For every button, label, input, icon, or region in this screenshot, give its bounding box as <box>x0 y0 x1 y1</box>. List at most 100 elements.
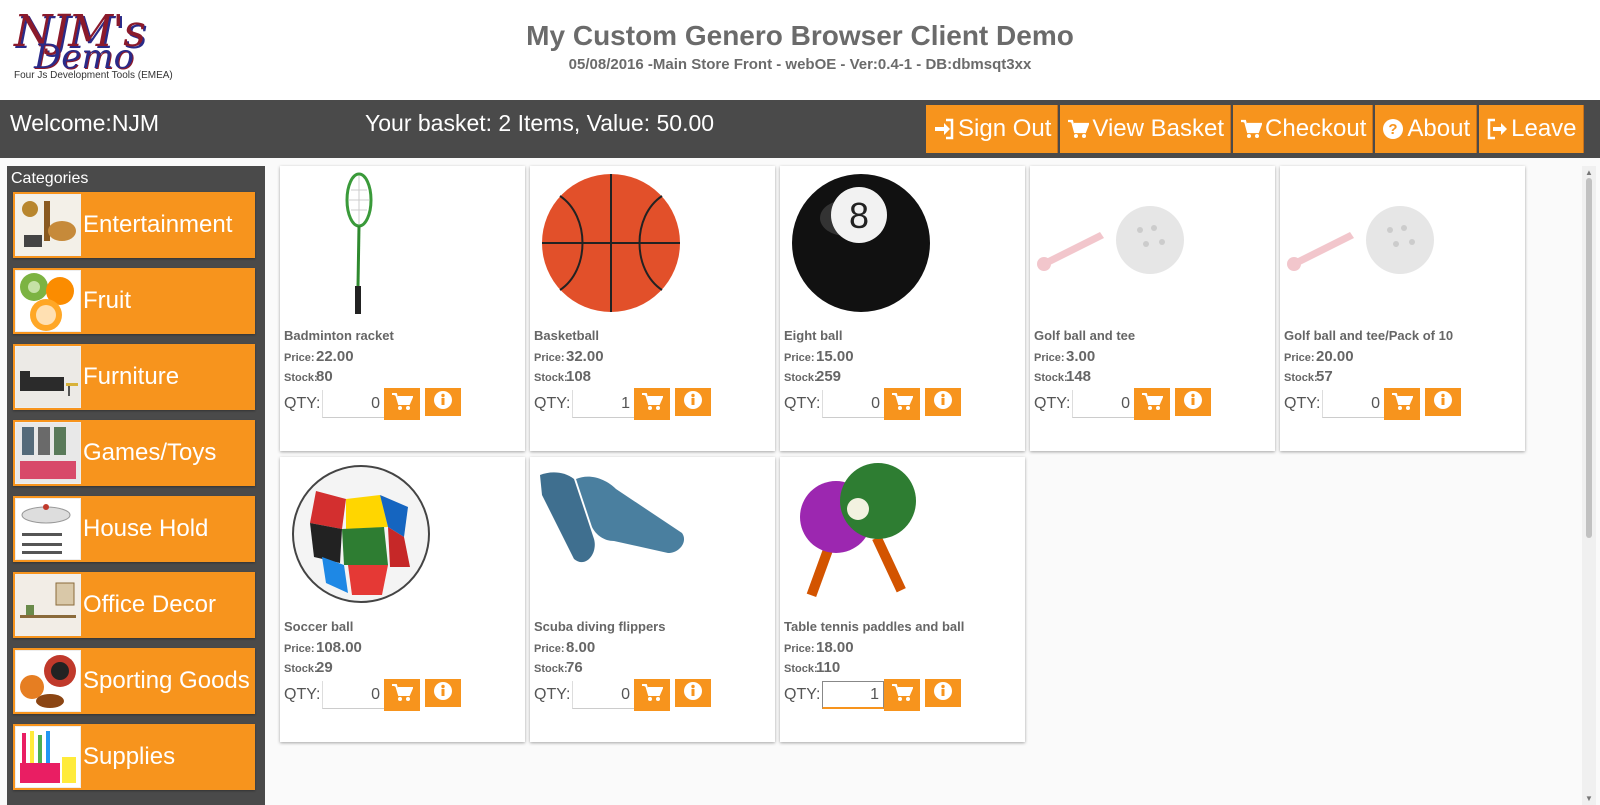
quantity-input[interactable] <box>822 681 884 709</box>
add-to-cart-button[interactable] <box>384 388 420 420</box>
add-to-cart-button[interactable] <box>884 388 920 420</box>
category-label: House Hold <box>83 515 209 542</box>
quantity-input[interactable] <box>1322 390 1384 418</box>
badminton-racket-image <box>286 170 436 318</box>
supplies-thumbnail <box>15 726 81 788</box>
welcome-text: Welcome:NJM <box>10 110 160 136</box>
product-name: Basketball <box>534 328 600 343</box>
product-price: 18.00 <box>816 639 854 656</box>
category-furniture[interactable]: Furniture <box>13 344 255 410</box>
product-card: Table tennis paddles and ball Price: 18.… <box>780 457 1025 742</box>
product-price: 8.00 <box>566 639 596 656</box>
product-name: Table tennis paddles and ball <box>784 619 965 634</box>
stock-label: Stock: <box>534 372 568 384</box>
product-card: 8 Eight ball Price: 15.00 Stock: 259 QTY… <box>780 166 1025 451</box>
scuba-diving-flippers-image <box>536 461 686 609</box>
product-name: Badminton racket <box>284 328 394 343</box>
info-circle-icon <box>1183 390 1203 415</box>
info-button[interactable] <box>425 679 461 707</box>
quantity-input[interactable] <box>572 390 634 418</box>
leave-button[interactable]: Leave <box>1479 105 1584 153</box>
category-label: Furniture <box>83 363 180 390</box>
golf-ball-and-tee-pack-image <box>1286 170 1436 318</box>
info-button[interactable] <box>675 388 711 416</box>
info-button[interactable] <box>675 679 711 707</box>
games-toys-thumbnail <box>15 422 81 484</box>
stock-label: Stock: <box>784 663 818 675</box>
quantity-input[interactable] <box>1072 390 1134 418</box>
scroll-down-icon[interactable]: ▼ <box>1585 794 1593 803</box>
product-stock: 110 <box>816 659 841 676</box>
sign-out-button[interactable]: Sign Out <box>926 105 1059 153</box>
product-name: Scuba diving flippers <box>534 619 666 634</box>
info-button[interactable] <box>925 388 961 416</box>
scroll-up-icon[interactable]: ▲ <box>1585 168 1593 177</box>
info-circle-icon <box>683 390 703 415</box>
product-name: Golf ball and tee/Pack of 10 <box>1284 328 1454 343</box>
product-price: 15.00 <box>816 348 854 365</box>
product-stock: 259 <box>816 368 842 385</box>
product-price: 20.00 <box>1316 348 1354 365</box>
info-button[interactable] <box>1175 388 1211 416</box>
stock-label: Stock: <box>284 663 318 675</box>
category-supplies[interactable]: Supplies <box>13 724 255 790</box>
category-entertainment[interactable]: Entertainment <box>13 192 255 258</box>
price-label: Price: <box>284 352 315 364</box>
product-stock: 29 <box>316 659 333 676</box>
golf-ball-and-tee-image <box>1036 170 1186 318</box>
category-house-hold[interactable]: House Hold <box>13 496 255 562</box>
cart-icon <box>1141 392 1164 417</box>
checkout-button[interactable]: Checkout <box>1233 105 1374 153</box>
add-to-cart-button[interactable] <box>1134 388 1170 420</box>
category-fruit[interactable]: Fruit <box>13 268 255 334</box>
info-button[interactable] <box>1425 388 1461 416</box>
price-label: Price: <box>534 352 565 364</box>
product-card: Golf ball and tee/Pack of 10 Price: 20.0… <box>1280 166 1525 451</box>
category-label: Office Decor <box>83 591 216 618</box>
office-decor-thumbnail <box>15 574 81 636</box>
quantity-input[interactable] <box>572 681 634 709</box>
about-button[interactable]: ? About <box>1375 105 1478 153</box>
table-tennis-paddles-image <box>786 461 936 609</box>
sign-out-label: Sign Out <box>958 115 1052 142</box>
view-basket-label: View Basket <box>1092 115 1225 142</box>
info-circle-icon <box>433 681 453 706</box>
product-stock: 108 <box>566 368 592 385</box>
checkout-label: Checkout <box>1265 115 1367 142</box>
quantity-input[interactable] <box>822 390 884 418</box>
category-office-decor[interactable]: Office Decor <box>13 572 255 638</box>
add-to-cart-button[interactable] <box>634 679 670 711</box>
category-sporting-goods[interactable]: Sporting Goods <box>13 648 255 714</box>
view-basket-button[interactable]: View Basket <box>1060 105 1232 153</box>
top-bar: Welcome:NJM Your basket: 2 Items, Value:… <box>0 100 1600 158</box>
info-circle-icon <box>683 681 703 706</box>
qty-label: QTY: <box>284 686 321 703</box>
info-circle-icon <box>933 390 953 415</box>
leave-label: Leave <box>1511 115 1577 142</box>
category-label: Sporting Goods <box>83 667 250 694</box>
quantity-input[interactable] <box>322 390 384 418</box>
info-button[interactable] <box>425 388 461 416</box>
add-to-cart-button[interactable] <box>384 679 420 711</box>
product-stock: 57 <box>1316 368 1333 385</box>
cart-icon <box>641 683 664 708</box>
product-card: Scuba diving flippers Price: 8.00 Stock:… <box>530 457 775 742</box>
basket-summary: Your basket: 2 Items, Value: 50.00 <box>365 110 715 136</box>
add-to-cart-button[interactable] <box>884 679 920 711</box>
vertical-scrollbar[interactable]: ▲ ▼ <box>1582 166 1596 805</box>
fruit-thumbnail <box>15 270 81 332</box>
category-games-toys[interactable]: Games/Toys <box>13 420 255 486</box>
qty-label: QTY: <box>534 686 571 703</box>
category-label: Games/Toys <box>83 439 217 466</box>
page-title: My Custom Genero Browser Client Demo <box>526 20 1074 51</box>
logo: NJM's Demo Four Js Development Tools (EM… <box>14 10 204 84</box>
entertainment-thumbnail <box>15 194 81 256</box>
categories-title: Categories <box>11 170 89 187</box>
scrollbar-thumb[interactable] <box>1586 178 1592 538</box>
add-to-cart-button[interactable] <box>634 388 670 420</box>
svg-text:8: 8 <box>849 195 869 236</box>
info-button[interactable] <box>925 679 961 707</box>
header: NJM's Demo Four Js Development Tools (EM… <box>0 0 1600 100</box>
add-to-cart-button[interactable] <box>1384 388 1420 420</box>
quantity-input[interactable] <box>322 681 384 709</box>
